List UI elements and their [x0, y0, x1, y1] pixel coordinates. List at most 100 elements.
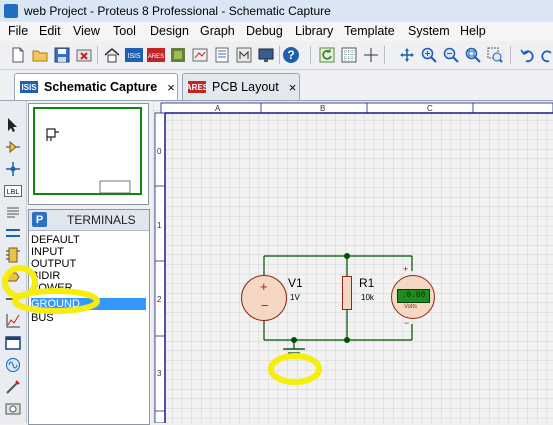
gerber-viewer-icon[interactable] [190, 45, 210, 65]
menu-graph[interactable]: Graph [200, 24, 235, 38]
dc-voltage-source-v1[interactable]: + − [241, 275, 287, 321]
save-icon[interactable] [52, 45, 72, 65]
subcircuit-mode-icon[interactable] [3, 245, 23, 265]
close-tab-icon[interactable]: × [167, 80, 175, 95]
resistor-r1[interactable] [342, 276, 352, 310]
svg-text:ISIS: ISIS [127, 53, 141, 60]
ground-terminal-icon[interactable] [281, 347, 307, 361]
tape-recorder-icon[interactable] [3, 333, 23, 353]
terminal-item-power[interactable]: POWER [31, 282, 146, 294]
ruler-row-1: 1 [157, 221, 162, 230]
close-project-icon[interactable] [74, 45, 94, 65]
main-toolbar: ISIS ARES ? [0, 41, 553, 70]
document-tabs: ISIS Schematic Capture × ARES PCB Layout… [0, 70, 553, 101]
graph-mode-icon[interactable] [3, 311, 23, 331]
terminal-item-input[interactable]: INPUT [31, 246, 146, 258]
window-title: web Project - Proteus 8 Professional - S… [24, 4, 331, 18]
zoom-in-icon[interactable] [419, 45, 439, 65]
terminals-panel-header: P TERMINALS [29, 210, 149, 231]
voltmeter-display: .0.00 [397, 289, 430, 303]
junction-dot-top[interactable] [344, 253, 350, 259]
mode-toolbar: LBL [0, 101, 27, 423]
menu-debug[interactable]: Debug [246, 24, 283, 38]
toggle-grid-icon[interactable] [339, 45, 359, 65]
svg-text:?: ? [287, 48, 294, 62]
redo-icon[interactable] [538, 45, 553, 65]
schematic-editing-window[interactable]: A B C 0 1 2 3 + − V1 1V R1 10k .0.00 Vol… [153, 101, 553, 423]
terminal-item-default[interactable]: DEFAULT [31, 234, 146, 246]
menu-view[interactable]: View [73, 24, 100, 38]
source-minus-sign: − [261, 298, 269, 313]
component-mode-icon[interactable] [3, 137, 23, 157]
ruler-column-c: C [427, 104, 433, 113]
v1-reference-label[interactable]: V1 [288, 276, 303, 290]
zoom-all-icon[interactable] [463, 45, 483, 65]
close-tab-icon[interactable]: × [289, 80, 297, 95]
buses-mode-icon[interactable] [3, 223, 23, 243]
open-folder-icon[interactable] [30, 45, 50, 65]
v1-value-label[interactable]: 1V [290, 293, 300, 302]
dc-voltmeter[interactable]: .0.00 Volts [391, 275, 435, 319]
menu-template[interactable]: Template [344, 24, 395, 38]
ruler-row-0: 0 [157, 147, 162, 156]
menu-help[interactable]: Help [460, 24, 486, 38]
menu-file[interactable]: File [8, 24, 28, 38]
display-icon[interactable] [256, 45, 276, 65]
proteus-app-icon [4, 4, 18, 18]
ruler-column-a: A [215, 104, 221, 113]
new-file-icon[interactable] [8, 45, 28, 65]
voltmeter-unit-label: Volts [404, 304, 418, 310]
ares-icon[interactable]: ARES [146, 45, 166, 65]
svg-text:LBL: LBL [7, 189, 20, 196]
text-script-icon[interactable] [3, 203, 23, 223]
tab-pcb-layout[interactable]: ARES PCB Layout × [182, 73, 300, 100]
voltmeter-minus-terminal: − [404, 318, 410, 328]
menu-library[interactable]: Library [295, 24, 333, 38]
voltmeter-plus-terminal: + [403, 264, 409, 274]
ruler-row-2: 2 [157, 295, 162, 304]
menu-design[interactable]: Design [150, 24, 189, 38]
title-bar: web Project - Proteus 8 Professional - S… [0, 0, 553, 23]
wire-label-icon[interactable]: LBL [3, 181, 23, 201]
refresh-icon[interactable] [317, 45, 337, 65]
terminal-item-bus[interactable]: BUS [31, 312, 146, 324]
terminal-item-output[interactable]: OUTPUT [31, 258, 146, 270]
device-pins-mode-icon[interactable] [3, 289, 23, 309]
3d-viewer-icon[interactable] [168, 45, 188, 65]
bom-icon[interactable] [212, 45, 232, 65]
schematic-sheet[interactable] [153, 101, 553, 423]
voltage-probe-icon[interactable] [3, 377, 23, 397]
ruler-row-3: 3 [157, 369, 162, 378]
menu-system[interactable]: System [408, 24, 450, 38]
help-icon[interactable]: ? [281, 45, 301, 65]
junction-dot-ground[interactable] [291, 337, 297, 343]
menu-tool[interactable]: Tool [113, 24, 136, 38]
pan-icon[interactable] [397, 45, 417, 65]
source-plus-sign: + [260, 279, 268, 294]
terminal-item-ground[interactable]: GROUND [31, 298, 146, 310]
terminals-panel-title: TERMINALS [67, 213, 136, 227]
zoom-area-icon[interactable] [485, 45, 505, 65]
menu-edit[interactable]: Edit [39, 24, 61, 38]
r1-reference-label[interactable]: R1 [359, 276, 374, 290]
junction-dot-icon[interactable] [3, 159, 23, 179]
selection-mode-icon[interactable] [3, 115, 23, 135]
pick-devices-button[interactable]: P [32, 212, 47, 227]
r1-value-label[interactable]: 10k [361, 293, 374, 302]
tab-schematic-capture[interactable]: ISIS Schematic Capture × [14, 73, 178, 100]
terminals-mode-icon[interactable] [3, 267, 23, 287]
generator-mode-icon[interactable] [3, 355, 23, 375]
toggle-false-origin-icon[interactable] [361, 45, 381, 65]
svg-text:ARES: ARES [148, 54, 164, 60]
home-icon[interactable] [102, 45, 122, 65]
overview-window[interactable] [28, 103, 149, 205]
undo-icon[interactable] [518, 45, 538, 65]
vsm-studio-icon[interactable] [234, 45, 254, 65]
junction-dot-bottom[interactable] [344, 337, 350, 343]
tab-schematic-capture-label: Schematic Capture [44, 80, 158, 94]
terminals-panel: P TERMINALS DEFAULT INPUT OUTPUT BIDIR P… [28, 209, 150, 425]
terminal-item-bidir[interactable]: BIDIR [31, 270, 146, 282]
isis-icon[interactable]: ISIS [124, 45, 144, 65]
virtual-instruments-icon[interactable] [3, 399, 23, 419]
zoom-out-icon[interactable] [441, 45, 461, 65]
